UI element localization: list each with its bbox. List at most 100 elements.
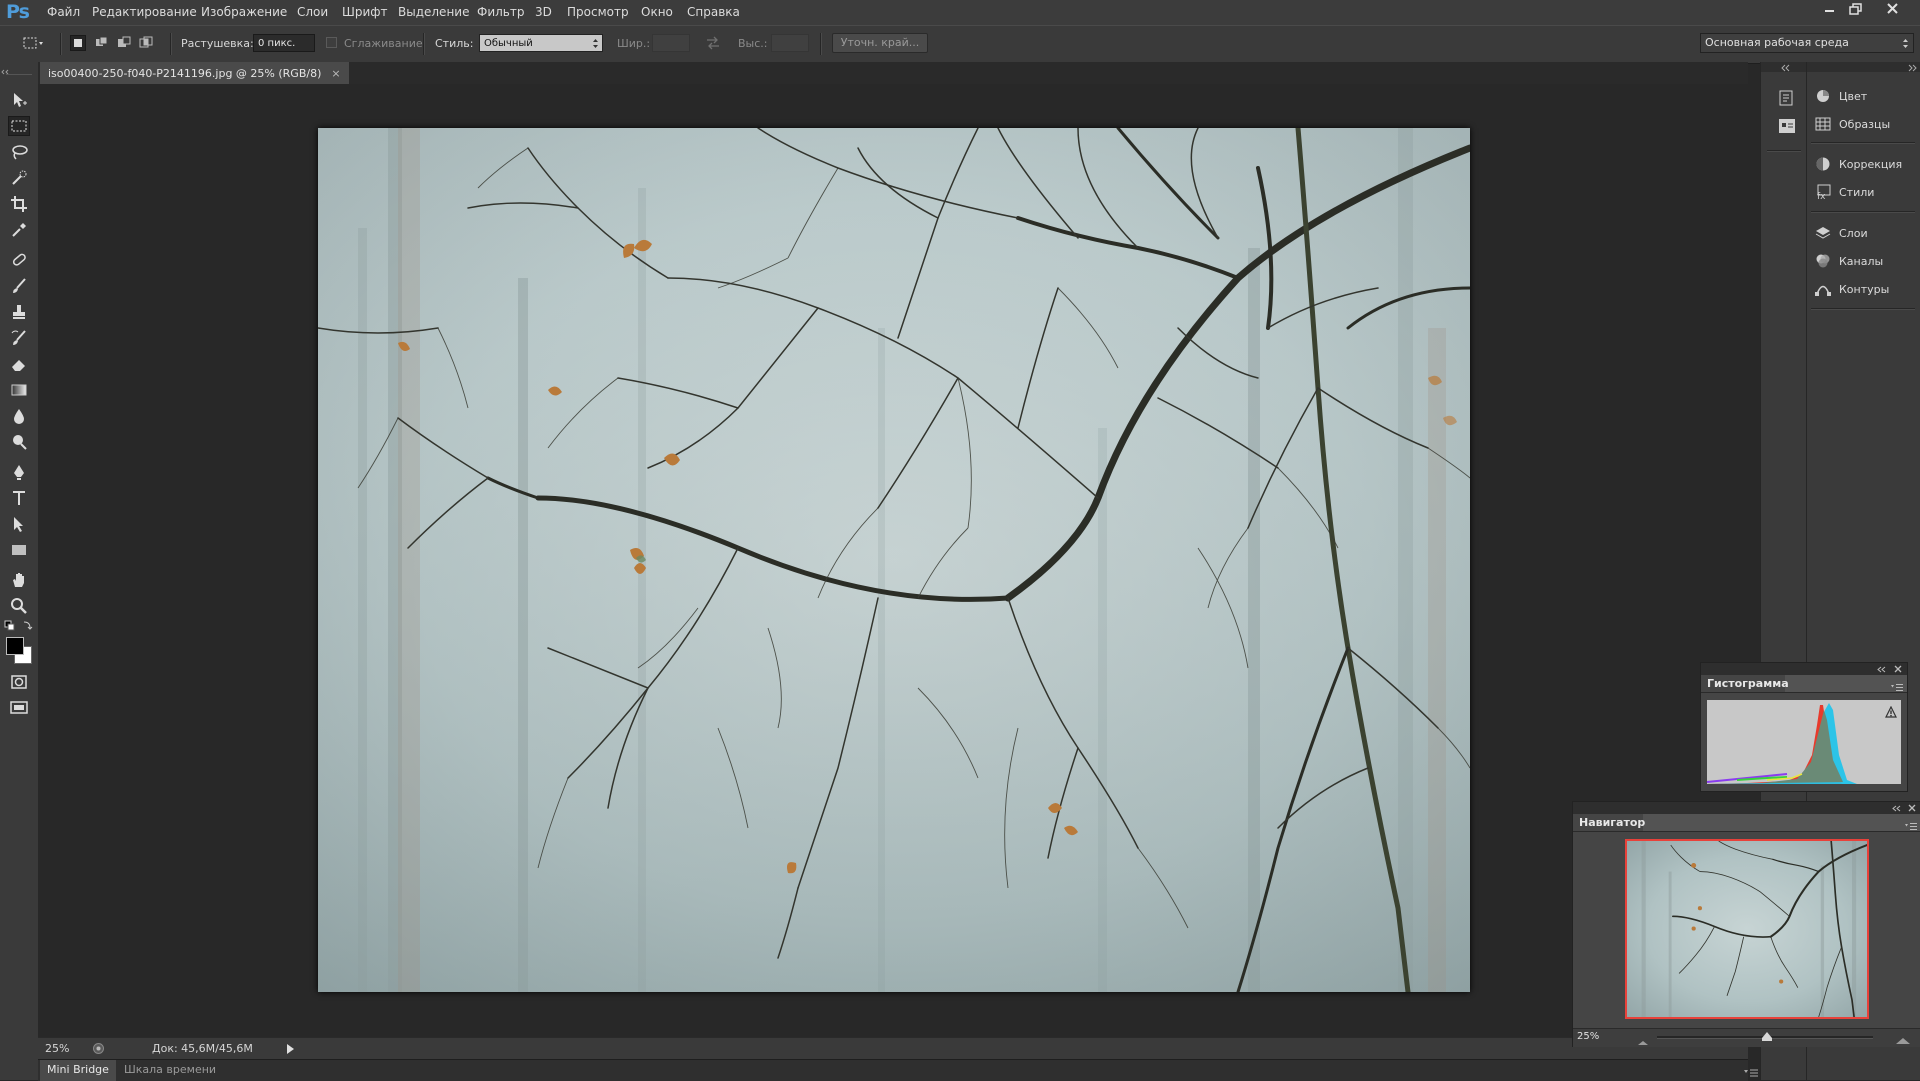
zoom-tool-icon[interactable]: [8, 596, 30, 616]
healing-brush-tool-icon[interactable]: [8, 250, 30, 270]
tools-panel: [0, 62, 39, 1080]
tab-mini-bridge[interactable]: Mini Bridge: [40, 1060, 116, 1081]
dock-item-swatches-label: Образцы: [1839, 117, 1891, 131]
dock-expand-bar[interactable]: [1807, 62, 1920, 72]
dock-item-paths-label: Контуры: [1839, 282, 1890, 296]
status-doc-info: Док: 45,6M/45,6M: [152, 1042, 253, 1055]
brush-tool-icon[interactable]: [8, 276, 30, 296]
pen-tool-icon[interactable]: [8, 462, 30, 482]
style-select[interactable]: Обычный: [479, 34, 603, 52]
screen-mode-icon[interactable]: [8, 698, 30, 718]
clone-stamp-tool-icon[interactable]: [8, 302, 30, 322]
dock-item-paths[interactable]: Контуры: [1815, 278, 1889, 300]
tab-timeline[interactable]: Шкала времени: [124, 1063, 216, 1076]
toolbar-collapse-icon[interactable]: [0, 64, 38, 75]
history-panel-icon[interactable]: [1777, 88, 1797, 108]
menu-help[interactable]: Справка: [687, 5, 740, 19]
histogram-graph: [1706, 700, 1901, 784]
default-colors-icon[interactable]: [4, 620, 34, 632]
dock-item-layers-label: Слои: [1839, 226, 1868, 240]
lasso-tool-icon[interactable]: [8, 142, 30, 162]
histogram-menu-icon[interactable]: [1891, 680, 1903, 694]
type-tool-icon[interactable]: [8, 488, 30, 508]
adjustments-panel-icon: [1816, 157, 1830, 171]
histogram-panel[interactable]: Гистограмма: [1700, 662, 1908, 792]
history-brush-tool-icon[interactable]: [8, 328, 30, 348]
dock-item-adjustments-label: Коррекция: [1839, 157, 1903, 171]
rect-marquee-preset-icon[interactable]: [22, 35, 43, 51]
quick-mask-icon[interactable]: [8, 672, 30, 692]
menu-window[interactable]: Окно: [641, 5, 673, 19]
feather-input[interactable]: 0 пикс.: [253, 34, 315, 52]
dock-item-styles[interactable]: fx Стили: [1815, 181, 1874, 203]
status-zoom[interactable]: 25%: [45, 1042, 69, 1055]
dock-item-channels[interactable]: Каналы: [1815, 250, 1883, 272]
menu-image[interactable]: Изображение: [201, 5, 287, 19]
document-tab-title: iso00400-250-f040-P2141196.jpg @ 25% (RG…: [48, 66, 322, 80]
navigator-zoom-value[interactable]: 25%: [1577, 1031, 1599, 1042]
svg-text:fx: fx: [1817, 192, 1826, 200]
properties-panel-icon[interactable]: [1777, 116, 1797, 136]
zoom-in-icon[interactable]: [1895, 1034, 1911, 1048]
eyedropper-tool-icon[interactable]: [8, 220, 30, 240]
status-bar: 25% Док: 45,6M/45,6M: [38, 1037, 1748, 1060]
menu-bar: Ps Файл Редактирование Изображение Слои …: [0, 0, 1920, 25]
dock-item-layers[interactable]: Слои: [1815, 222, 1868, 244]
navigator-menu-icon[interactable]: [1905, 819, 1917, 833]
antialias-label: Сглаживание: [344, 37, 423, 50]
histogram-warning-icon[interactable]: [1885, 705, 1897, 721]
dock-collapse-bar[interactable]: [1761, 62, 1807, 72]
close-icon[interactable]: [1880, 1, 1906, 17]
bottom-panel-menu-icon[interactable]: [1744, 1066, 1758, 1080]
minimize-icon[interactable]: [1816, 1, 1842, 17]
navigator-zoom-slider[interactable]: [1657, 1032, 1873, 1041]
dock-item-color[interactable]: Цвет: [1815, 85, 1867, 107]
new-selection-icon[interactable]: [70, 35, 86, 51]
path-selection-tool-icon[interactable]: [8, 514, 30, 534]
blur-tool-icon[interactable]: [8, 406, 30, 426]
subtract-from-selection-icon[interactable]: [116, 35, 132, 51]
menu-type[interactable]: Шрифт: [342, 5, 388, 19]
channels-panel-icon: [1816, 254, 1830, 268]
dock-item-adjustments[interactable]: Коррекция: [1815, 153, 1902, 175]
quick-selection-tool-icon[interactable]: [8, 168, 30, 188]
document-tab[interactable]: iso00400-250-f040-P2141196.jpg @ 25% (RG…: [40, 62, 349, 84]
menu-layers[interactable]: Слои: [297, 5, 328, 19]
add-to-selection-icon[interactable]: [94, 35, 110, 51]
menu-edit[interactable]: Редактирование: [92, 5, 197, 19]
menu-3d[interactable]: 3D: [535, 5, 552, 19]
color-swatches[interactable]: [6, 637, 34, 665]
foreground-color-swatch[interactable]: [6, 637, 24, 655]
status-options-icon[interactable]: [92, 1042, 105, 1055]
workspace-select[interactable]: Основная рабочая среда: [1700, 33, 1914, 53]
dodge-tool-icon[interactable]: [8, 432, 30, 452]
rect-marquee-tool-icon[interactable]: [8, 116, 30, 136]
rectangle-shape-tool-icon[interactable]: [8, 540, 30, 560]
menu-select[interactable]: Выделение: [398, 5, 469, 19]
eraser-tool-icon[interactable]: [8, 354, 30, 374]
menu-filter[interactable]: Фильтр: [477, 5, 524, 19]
menu-view[interactable]: Просмотр: [567, 5, 629, 19]
navigator-thumbnail[interactable]: [1625, 839, 1869, 1019]
crop-tool-icon[interactable]: [8, 194, 30, 214]
document-image[interactable]: [318, 128, 1470, 992]
gradient-tool-icon[interactable]: [8, 380, 30, 400]
status-menu-arrow-icon[interactable]: [286, 1043, 296, 1058]
bottom-panel-tabs: Mini Bridge Шкала времени: [38, 1059, 1758, 1081]
document-tab-close-icon[interactable]: ×: [331, 67, 340, 80]
height-label: Выс.:: [738, 37, 768, 50]
move-tool-icon[interactable]: [8, 90, 30, 110]
intersect-selection-icon[interactable]: [138, 35, 154, 51]
style-label: Стиль:: [435, 37, 474, 50]
menu-file[interactable]: Файл: [47, 5, 80, 19]
navigator-panel-header[interactable]: [1573, 802, 1920, 814]
restore-icon[interactable]: [1843, 1, 1869, 17]
navigator-panel[interactable]: Навигатор 25%: [1572, 801, 1920, 1047]
feather-label: Растушевка:: [181, 37, 254, 50]
histogram-panel-header[interactable]: [1701, 663, 1907, 675]
dock-item-color-label: Цвет: [1839, 89, 1868, 103]
dock-item-swatches[interactable]: Образцы: [1815, 113, 1890, 135]
zoom-out-icon[interactable]: [1637, 1035, 1649, 1049]
antialias-checkbox[interactable]: [326, 37, 337, 48]
hand-tool-icon[interactable]: [8, 570, 30, 590]
